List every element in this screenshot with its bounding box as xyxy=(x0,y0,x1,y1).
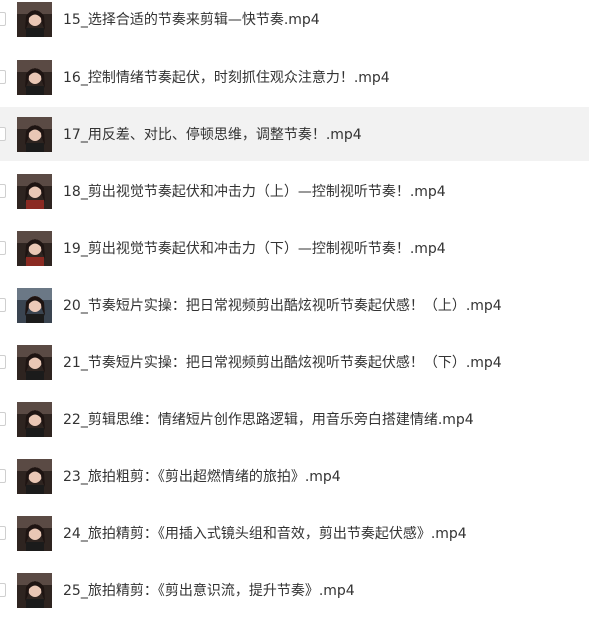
file-row[interactable]: 24_旅拍精剪：《用插入式镜头组和音效，剪出节奏起伏感》.mp4 xyxy=(0,506,589,560)
file-list: 15_选择合适的节奏来剪辑—快节奏.mp4 16_控制情绪节奏起伏，时刻抓住观众… xyxy=(0,0,589,622)
row-checkbox[interactable] xyxy=(0,526,6,540)
video-thumbnail-icon[interactable] xyxy=(17,173,52,209)
video-thumbnail-icon[interactable] xyxy=(17,344,52,380)
file-row[interactable]: 25_旅拍精剪：《剪出意识流，提升节奏》.mp4 xyxy=(0,563,589,617)
file-row[interactable]: 22_剪辑思维：情绪短片创作思路逻辑，用音乐旁白搭建情绪.mp4 xyxy=(0,392,589,446)
row-checkbox[interactable] xyxy=(0,184,6,198)
video-thumbnail-icon[interactable] xyxy=(17,230,52,266)
file-name[interactable]: 22_剪辑思维：情绪短片创作思路逻辑，用音乐旁白搭建情绪.mp4 xyxy=(63,409,474,429)
file-name[interactable]: 19_剪出视觉节奏起伏和冲击力（下）—控制视听节奏！.mp4 xyxy=(63,238,446,258)
file-name[interactable]: 18_剪出视觉节奏起伏和冲击力（上）—控制视听节奏！.mp4 xyxy=(63,181,446,201)
file-name[interactable]: 20_节奏短片实操：把日常视频剪出酷炫视听节奏起伏感！（上）.mp4 xyxy=(63,295,502,315)
file-row[interactable]: 21_节奏短片实操：把日常视频剪出酷炫视听节奏起伏感！（下）.mp4 xyxy=(0,335,589,389)
row-checkbox[interactable] xyxy=(0,469,6,483)
video-thumbnail-icon[interactable] xyxy=(17,515,52,551)
file-row[interactable]: 18_剪出视觉节奏起伏和冲击力（上）—控制视听节奏！.mp4 xyxy=(0,164,589,218)
row-checkbox[interactable] xyxy=(0,583,6,597)
file-name[interactable]: 24_旅拍精剪：《用插入式镜头组和音效，剪出节奏起伏感》.mp4 xyxy=(63,523,467,543)
file-name[interactable]: 25_旅拍精剪：《剪出意识流，提升节奏》.mp4 xyxy=(63,580,355,600)
row-checkbox[interactable] xyxy=(0,412,6,426)
row-checkbox[interactable] xyxy=(0,12,6,26)
row-checkbox[interactable] xyxy=(0,355,6,369)
row-checkbox[interactable] xyxy=(0,70,6,84)
file-name[interactable]: 16_控制情绪节奏起伏，时刻抓住观众注意力！.mp4 xyxy=(63,67,390,87)
file-name[interactable]: 21_节奏短片实操：把日常视频剪出酷炫视听节奏起伏感！（下）.mp4 xyxy=(63,352,502,372)
file-row[interactable]: 19_剪出视觉节奏起伏和冲击力（下）—控制视听节奏！.mp4 xyxy=(0,221,589,275)
video-thumbnail-icon[interactable] xyxy=(17,59,52,95)
video-thumbnail-icon[interactable] xyxy=(17,401,52,437)
video-thumbnail-icon[interactable] xyxy=(17,458,52,494)
file-name[interactable]: 17_用反差、对比、停顿思维，调整节奏！.mp4 xyxy=(63,124,362,144)
file-row[interactable]: 17_用反差、对比、停顿思维，调整节奏！.mp4 xyxy=(0,107,589,161)
file-row[interactable]: 15_选择合适的节奏来剪辑—快节奏.mp4 xyxy=(0,0,589,46)
video-thumbnail-icon[interactable] xyxy=(17,572,52,608)
file-row[interactable]: 23_旅拍粗剪：《剪出超燃情绪的旅拍》.mp4 xyxy=(0,449,589,503)
row-checkbox[interactable] xyxy=(0,298,6,312)
row-checkbox[interactable] xyxy=(0,241,6,255)
video-thumbnail-icon[interactable] xyxy=(17,1,52,37)
video-thumbnail-icon[interactable] xyxy=(17,287,52,323)
file-name[interactable]: 15_选择合适的节奏来剪辑—快节奏.mp4 xyxy=(63,9,320,29)
file-row[interactable]: 20_节奏短片实操：把日常视频剪出酷炫视听节奏起伏感！（上）.mp4 xyxy=(0,278,589,332)
file-row[interactable]: 16_控制情绪节奏起伏，时刻抓住观众注意力！.mp4 xyxy=(0,50,589,104)
row-checkbox[interactable] xyxy=(0,127,6,141)
file-name[interactable]: 23_旅拍粗剪：《剪出超燃情绪的旅拍》.mp4 xyxy=(63,466,341,486)
video-thumbnail-icon[interactable] xyxy=(17,116,52,152)
